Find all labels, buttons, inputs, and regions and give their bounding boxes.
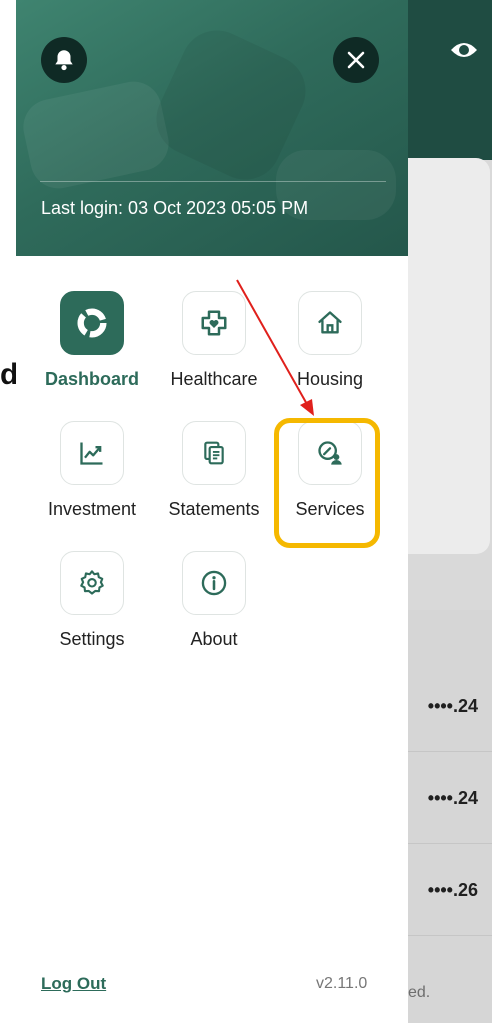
- annotation-arrow: [236, 279, 314, 416]
